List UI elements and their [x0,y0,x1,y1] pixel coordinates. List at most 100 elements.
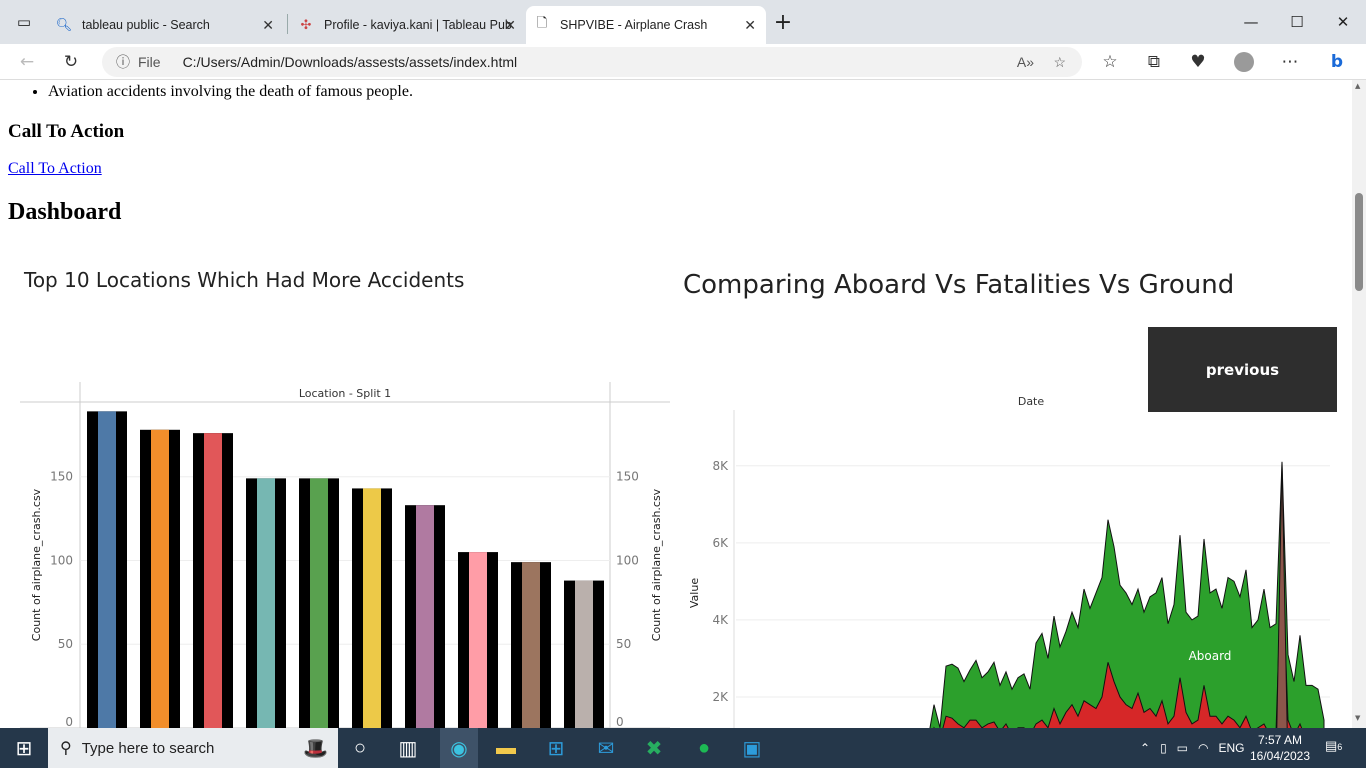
bar [469,552,487,728]
series-label-aboard: Aboard [1189,649,1232,663]
date: 16/04/2023 [1249,749,1311,763]
favorite-icon[interactable]: ☆ [1053,54,1066,71]
y-tick-label: 50 [58,637,73,651]
y-tick-label: 4K [712,613,729,627]
new-tab-button[interactable]: + [760,0,806,44]
y-tick-label: 150 [50,470,73,484]
photos-icon[interactable]: ▣ [736,732,768,764]
tab-actions-icon[interactable]: ▭ [2,0,46,44]
bing-icon[interactable]: b [1322,48,1352,76]
chart-header: Location - Split 1 [299,387,391,400]
refresh-icon[interactable]: ↻ [56,48,86,76]
bar [416,505,434,728]
close-icon[interactable]: ✕ [262,17,274,34]
device-icon[interactable]: ▯ [1160,741,1167,755]
system-tray: ⌃ ▯ ▭ ◠ ENG [1140,728,1245,768]
search-highlight-icon: 🎩 [303,737,328,760]
notification-count: 6 [1337,742,1343,752]
cutoff-text [8,80,508,81]
file-explorer-icon[interactable]: ▬ [490,732,522,764]
spotify-icon[interactable]: ● [688,732,720,764]
tab-profile[interactable]: ✣ Profile - kaviya.kani | Tableau Pub ✕ [290,6,526,44]
back-icon[interactable]: ← [12,48,42,76]
url-text: C:/Users/Admin/Downloads/assests/assets/… [182,54,518,70]
close-icon[interactable]: ✕ [504,17,516,34]
bar-chart-panel: Top 10 Locations Which Had More Accident… [0,260,680,728]
bar-chart: Top 10 Locations Which Had More Accident… [20,268,670,728]
previous-button[interactable]: previous [1148,327,1337,412]
chart-title: Comparing Aboard Vs Fatalities Vs Ground [683,270,1234,300]
profile-avatar[interactable] [1229,48,1259,76]
tab-title: tableau public - Search [82,18,210,32]
edge-icon[interactable]: ◉ [440,728,478,768]
tab-title: SHPVIBE - Airplane Crash [560,18,708,32]
scrollbar-thumb[interactable] [1355,193,1363,291]
collections-icon[interactable]: ⧉ [1139,48,1169,76]
browser-tab-bar: ▭ 🔍︎ tableau public - Search ✕ ✣ Profile… [0,0,1366,44]
y-tick-label: 6K [712,536,729,550]
tab-airplane-crash[interactable]: 🗋 SHPVIBE - Airplane Crash ✕ [526,6,766,44]
maximize-icon[interactable]: ☐ [1274,0,1320,44]
address-toolbar: ← ↻ ⓘ File C:/Users/Admin/Downloads/asse… [0,44,1366,80]
list-item: Aviation accidents involving the death o… [48,83,413,101]
performance-icon[interactable]: ♥ [1183,48,1213,76]
y-axis-label-right: Count of airplane_crash.csv [650,488,663,641]
chart-title: Top 10 Locations Which Had More Accident… [23,268,464,292]
bar [151,429,169,728]
windows-start-icon[interactable]: ⊞ [8,732,40,764]
window-close-icon[interactable]: ✕ [1320,0,1366,44]
search-icon: ⚲ [60,740,72,757]
tableau-icon: ✣ [300,17,312,32]
bullet-list: Aviation accidents involving the death o… [48,83,413,101]
network-icon[interactable]: ◠ [1198,741,1208,755]
bar [522,562,540,728]
more-icon[interactable]: ⋯ [1275,48,1305,76]
taskbar-search[interactable]: ⚲ Type here to search 🎩 [48,728,338,768]
chevron-up-icon[interactable]: ⌃ [1140,741,1150,755]
page-scrollbar[interactable]: ▲ ▼ [1352,80,1366,728]
search-icon: 🔍︎ [55,17,73,32]
y-tick-label-right: 0 [616,715,624,728]
tab-search[interactable]: 🔍︎ tableau public - Search ✕ [48,6,284,44]
y-tick-label: 2K [712,690,729,704]
y-tick-label: 100 [50,553,73,567]
notification-icon[interactable]: ▤6 [1325,738,1342,754]
y-axis-label: Count of airplane_crash.csv [30,488,43,641]
bar [257,478,275,728]
y-tick-label: 8K [712,459,729,473]
y-axis-label: Value [688,578,701,608]
y-tick-label-right: 150 [616,470,639,484]
dashboard-heading: Dashboard [8,199,122,225]
store-icon[interactable]: ⊞ [540,732,572,764]
minimize-icon[interactable]: — [1228,0,1274,44]
clock[interactable]: 7:57 AM 16/04/2023 [1245,732,1315,764]
excel-icon[interactable]: ✖ [638,732,670,764]
y-tick-label-right: 50 [616,637,631,651]
y-tick-label: 0 [65,715,73,728]
taskbar: ⊞ ⚲ Type here to search 🎩 ○ ▥ ◉ ▬ ⊞ ✉ ✖ … [0,728,1366,768]
task-view-icon[interactable]: ▥ [392,732,424,764]
favorites-icon[interactable]: ☆ [1095,48,1125,76]
chart-header: Date [1018,395,1045,408]
battery-icon[interactable]: ▭ [1177,741,1188,755]
time: 7:57 AM [1257,733,1303,747]
cortana-icon[interactable]: ○ [344,732,376,764]
close-icon[interactable]: ✕ [744,17,756,34]
tab-title: Profile - kaviya.kani | Tableau Pub [324,18,512,32]
address-bar[interactable]: ⓘ File C:/Users/Admin/Downloads/assests/… [102,47,1082,77]
cta-link[interactable]: Call To Action [8,160,102,178]
bar [575,580,593,728]
bar [98,411,116,728]
y-tick-label-right: 100 [616,553,639,567]
area-aboard [929,461,1325,728]
language-indicator[interactable]: ENG [1219,741,1245,755]
bar [363,488,381,728]
search-placeholder: Type here to search [81,739,215,757]
url-prefix: File [138,54,161,70]
info-icon: ⓘ [116,54,130,70]
read-aloud-icon[interactable]: A» [1017,54,1034,70]
cta-heading: Call To Action [8,121,125,142]
mail-icon[interactable]: ✉ [590,732,622,764]
bar [204,433,222,728]
page-content: Aviation accidents involving the death o… [0,80,1352,728]
